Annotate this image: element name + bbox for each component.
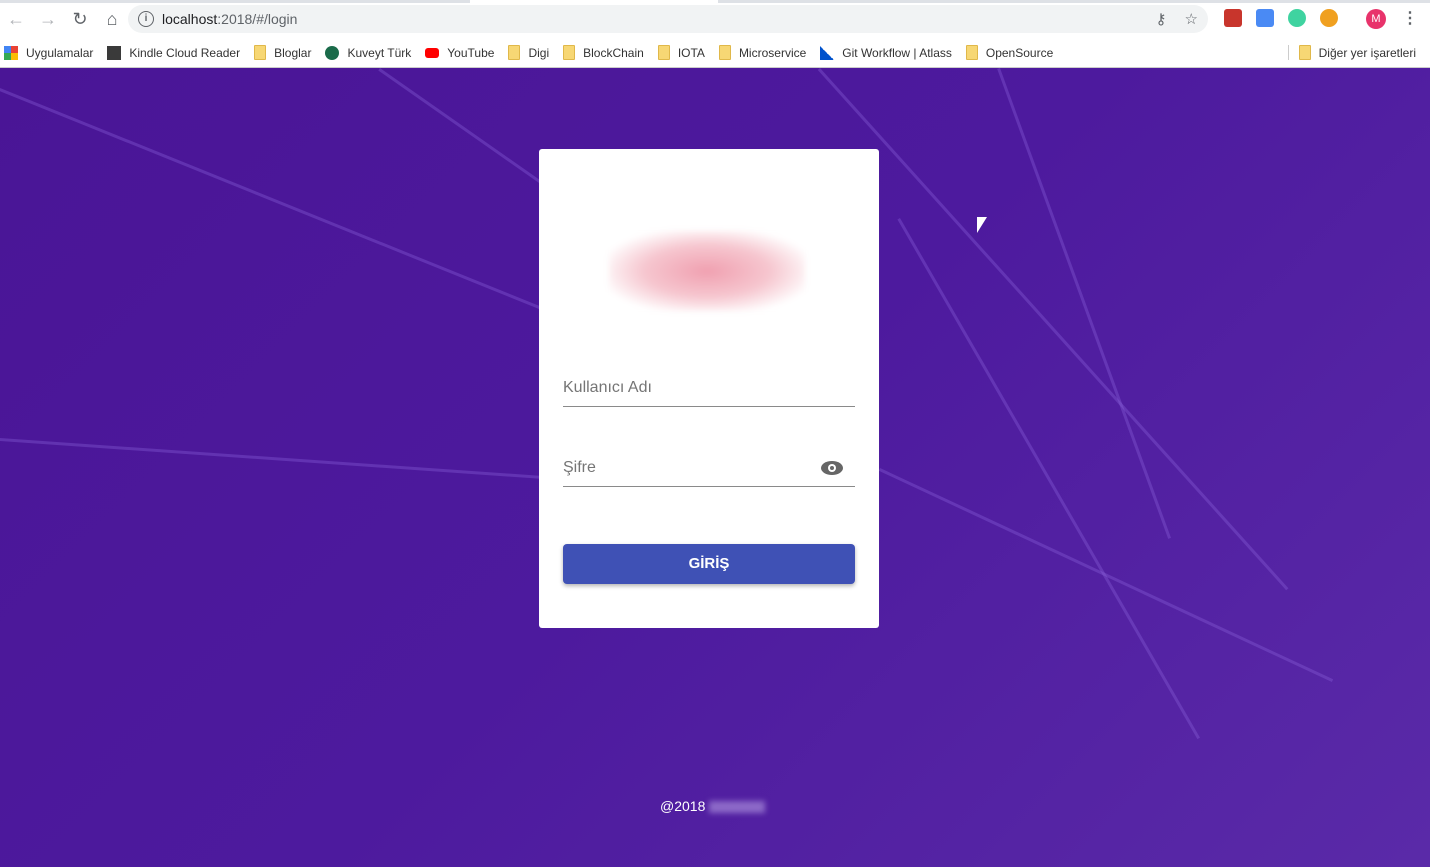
bookmark-label: Uygulamalar [26,45,94,60]
bookmark-label: Kuveyt Türk [347,45,412,60]
footer: @2018 [660,798,766,814]
footer-text: @2018 [660,798,706,814]
apps-grid-icon [4,45,18,60]
browser-toolbar: ← → ↻ ⌂ i localhost:2018/#/login ⚷ ☆ M ⋮ [0,0,1430,38]
bookmark-item[interactable]: Microservice [718,45,807,60]
background-line [817,68,1289,591]
login-button[interactable]: GİRİŞ [563,544,855,584]
folder-icon [563,45,576,60]
folder-icon [508,45,521,60]
star-icon[interactable]: ☆ [1185,10,1198,28]
other-bookmarks[interactable]: Diğer yer işaretleri [1287,45,1416,60]
info-icon[interactable]: i [138,11,154,27]
background-line [0,88,575,324]
eye-icon[interactable] [821,461,843,475]
password-input[interactable]: Şifre [563,451,855,487]
bookmark-item[interactable]: Git Workflow | Atlass [820,45,952,60]
folder-icon [1298,45,1311,60]
menu-icon[interactable]: ⋮ [1402,8,1418,28]
bookmark-item[interactable]: IOTA [657,45,705,60]
bookmark-label: BlockChain [583,45,644,60]
background-line [897,218,1200,740]
logo [609,231,805,311]
username-placeholder: Kullanıcı Adı [563,379,652,396]
folder-icon [965,45,978,60]
bookmark-label: Git Workflow | Atlass [842,45,952,60]
translate-extension-icon[interactable] [1256,9,1274,27]
mouse-cursor [977,217,987,233]
bookmark-item[interactable]: Kuveyt Türk [325,45,412,60]
address-bar[interactable]: i localhost:2018/#/login ⚷ ☆ [128,5,1208,33]
reload-button[interactable]: ↻ [64,9,96,30]
bookmark-label: Bloglar [274,45,312,60]
bookmark-label: Kindle Cloud Reader [129,45,241,60]
background-line [997,68,1172,539]
password-placeholder: Şifre [563,459,596,476]
bookmark-item[interactable]: OpenSource [965,45,1054,60]
bookmark-item[interactable]: Kindle Cloud Reader [107,45,241,60]
atlassian-icon [820,45,835,60]
url-text: localhost:2018/#/login [162,11,297,27]
extension-icon[interactable] [1320,9,1338,27]
bookmark-label: YouTube [447,45,495,60]
background-line [878,468,1334,683]
background-line [0,438,559,481]
folder-icon [718,45,731,60]
bookmark-item[interactable]: Digi [508,45,549,60]
bookmark-label: Microservice [738,45,807,60]
url-path: :2018/#/login [217,11,298,27]
bookmark-item[interactable]: BlockChain [563,45,644,60]
kindle-icon [107,45,122,60]
bookmark-label: Digi [528,45,550,60]
url-host: localhost [162,11,218,27]
username-input[interactable]: Kullanıcı Adı [563,371,855,407]
folder-icon [254,45,267,60]
bookmark-label: IOTA [677,45,705,60]
profile-avatar[interactable]: M [1366,9,1386,29]
kuveyt-turk-icon [325,45,340,60]
extension-icon[interactable] [1288,9,1306,27]
bookmark-item[interactable]: YouTube [425,46,494,60]
key-icon[interactable]: ⚷ [1156,10,1167,28]
extension-icon[interactable] [1224,9,1242,27]
forward-button[interactable]: → [32,9,64,30]
bookmarks-bar: Uygulamalar Kindle Cloud Reader Bloglar Kuv… [0,38,1430,68]
login-card: Kullanıcı Adı Şifre GİRİŞ [539,149,879,628]
bookmark-label: OpenSource [985,45,1054,60]
folder-icon [657,45,670,60]
home-button[interactable]: ⌂ [96,9,128,30]
youtube-icon [425,47,440,58]
bookmark-item[interactable]: Uygulamalar [4,45,94,60]
other-bookmarks-label: Diğer yer işaretleri [1318,45,1416,60]
bookmark-item[interactable]: Bloglar [254,45,311,60]
back-button[interactable]: ← [0,9,32,30]
